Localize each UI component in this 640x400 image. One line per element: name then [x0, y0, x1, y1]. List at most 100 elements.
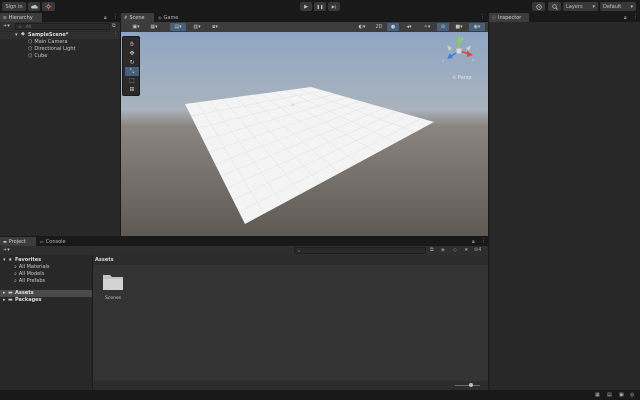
more-menu-icon[interactable]: ⋮: [481, 238, 486, 244]
hierarchy-item-directional-light[interactable]: ⬡ Directional Light: [28, 46, 75, 52]
lock-icon[interactable]: 🔒︎: [624, 15, 627, 21]
project-content: Assets Scenes: [93, 255, 488, 390]
rotate-tool[interactable]: ↻: [125, 58, 139, 67]
lighting-toggle[interactable]: ●: [387, 23, 399, 31]
perspective-toggle[interactable]: < Persp: [452, 75, 472, 81]
project-tabbar: ▬ Project ▭ Console 🔒︎ ⋮: [0, 237, 488, 246]
inspector-tabbar: ⓘ Inspector 🔒︎ ⋮: [489, 13, 640, 22]
icon-size-slider-thumb[interactable]: [469, 383, 473, 387]
console-icon: ▭: [40, 239, 44, 244]
expand-arrow-icon[interactable]: ▸: [3, 297, 6, 303]
favorite-item-all-materials[interactable]: ⌕ All Materials: [14, 264, 50, 270]
auto-refresh-icon[interactable]: ◎: [630, 392, 634, 398]
eye-slash-icon: ⊘: [440, 24, 446, 30]
more-menu-icon[interactable]: ⋮: [113, 14, 118, 20]
search-by-label-icon[interactable]: ◈: [441, 247, 445, 253]
light-bulb-icon: ●: [390, 24, 396, 30]
asset-folder-scenes[interactable]: Scenes: [101, 272, 125, 308]
layout-label: Default: [603, 3, 622, 10]
gameobject-icon: ⬡: [28, 46, 33, 52]
folder-icon: ▬: [8, 297, 13, 303]
sign-in-button[interactable]: Sign in: [2, 2, 26, 11]
collab-button[interactable]: [42, 2, 55, 11]
tab-project[interactable]: ▬ Project: [0, 237, 36, 246]
history-button[interactable]: [532, 2, 545, 11]
tab-scene[interactable]: # Scene: [121, 13, 154, 22]
gizmos-dropdown[interactable]: ◉▾: [469, 23, 485, 31]
scene-panel: # Scene ◎ Game ⋮ ▣▾ ▦▾ ▤▾ ▥▾ ⧈▾ ◐▾ 2D ● …: [121, 13, 488, 236]
lock-icon[interactable]: 🔒︎: [104, 15, 107, 21]
gizmos-globe-icon: ◉▾: [473, 24, 481, 30]
shading-mode-dropdown[interactable]: ◐▾: [353, 23, 371, 31]
favorite-item-all-models[interactable]: ⌕ All Models: [14, 271, 44, 277]
hidden-packages-icon[interactable]: ⊘4: [474, 247, 481, 253]
grid-snap-dropdown[interactable]: ▤▾: [170, 23, 186, 31]
favorite-item-label: All Materials: [18, 264, 50, 270]
orientation-gizmo[interactable]: y x z: [439, 34, 479, 72]
project-search-input[interactable]: ⌕: [294, 247, 426, 254]
scene-viewport[interactable]: ✋︎ ✥ ↻ ⤡ ⬚ ⊞ y x z < Persp: [121, 32, 488, 236]
tab-hierarchy-label: Hierarchy: [8, 14, 33, 21]
scene-more-icon[interactable]: ⋮: [113, 31, 118, 37]
global-dropdown[interactable]: ▦▾: [146, 23, 162, 31]
hierarchy-item-main-camera[interactable]: ⬡ Main Camera: [28, 39, 68, 45]
play-button[interactable]: ▶: [300, 2, 312, 11]
expand-arrow-icon[interactable]: ▾: [15, 32, 18, 38]
save-search-icon[interactable]: ◇: [453, 247, 457, 253]
more-menu-icon[interactable]: ⋮: [633, 14, 638, 20]
cache-icon[interactable]: ▤: [607, 392, 612, 398]
assets-row-highlight: [0, 290, 92, 297]
hierarchy-item-cube[interactable]: ⬡ Cube: [28, 53, 47, 59]
add-asset-button[interactable]: +▾: [3, 247, 10, 253]
effects-dropdown[interactable]: ✧▾: [419, 23, 435, 31]
tab-inspector[interactable]: ⓘ Inspector: [489, 13, 529, 22]
pause-button[interactable]: ❚❚: [314, 2, 326, 11]
tab-hierarchy[interactable]: ☰ Hierarchy: [0, 13, 42, 22]
move-tool[interactable]: ✥: [125, 49, 139, 58]
breadcrumb: Assets: [93, 255, 488, 265]
progress-icon[interactable]: ▣: [619, 392, 624, 398]
hierarchy-search-input[interactable]: ⌕ All: [15, 23, 110, 30]
rotate-icon: ↻: [129, 59, 135, 66]
tab-console[interactable]: ▭ Console: [37, 237, 73, 246]
move-icon: ✥: [129, 50, 135, 57]
overlay-dropdown[interactable]: ⧈▾: [207, 23, 223, 31]
debug-icon[interactable]: ▦: [595, 392, 600, 398]
tree-item-packages[interactable]: Packages: [15, 297, 42, 303]
hidden-objects-toggle[interactable]: ⊘: [437, 23, 449, 31]
tree-item-assets[interactable]: Assets: [15, 290, 34, 296]
audio-toggle[interactable]: ◂▾: [401, 23, 417, 31]
more-menu-icon[interactable]: ⋮: [480, 14, 485, 20]
chevron-down-icon: ▾: [630, 3, 633, 10]
scene-settings-icon[interactable]: ⧉: [112, 23, 116, 29]
breadcrumb-assets[interactable]: Assets: [95, 257, 114, 263]
cloud-button[interactable]: [28, 2, 40, 11]
scale-tool[interactable]: ⤡: [125, 67, 139, 76]
pivot-dropdown[interactable]: ▣▾: [128, 23, 144, 31]
expand-arrow-icon[interactable]: ▸: [3, 290, 6, 296]
layers-dropdown[interactable]: Layers ▾: [563, 2, 598, 11]
2d-toggle[interactable]: 2D: [373, 23, 385, 31]
transform-tool[interactable]: ⊞: [125, 85, 139, 94]
step-button[interactable]: ▶|: [328, 2, 340, 11]
camera-dropdown[interactable]: ■▾: [451, 23, 467, 31]
snap-increment-dropdown[interactable]: ▥▾: [189, 23, 205, 31]
project-panel: ▬ Project ▭ Console 🔒︎ ⋮ +▾ ⌕ ⧉ ◈ ◇ ★ ⊘4…: [0, 237, 488, 390]
expand-arrow-icon[interactable]: ▾: [3, 257, 6, 263]
search-button[interactable]: [548, 2, 561, 11]
icon-size-slider[interactable]: [455, 385, 480, 386]
lock-icon[interactable]: 🔒︎: [472, 239, 475, 245]
favorite-item-all-prefabs[interactable]: ⌕ All Prefabs: [14, 278, 45, 284]
layout-dropdown[interactable]: Default ▾: [600, 2, 636, 11]
gizmo-z-label: z: [442, 58, 444, 63]
favorites-label[interactable]: Favorites: [15, 257, 41, 263]
rect-tool[interactable]: ⬚: [125, 76, 139, 85]
search-icon: ⌕: [14, 278, 17, 284]
add-button[interactable]: +▾: [3, 23, 10, 29]
collab-icon: [45, 3, 52, 10]
hierarchy-item-label: Main Camera: [34, 39, 68, 45]
search-by-type-icon[interactable]: ⧉: [430, 247, 434, 253]
hand-tool[interactable]: ✋︎: [125, 40, 139, 49]
tab-game[interactable]: ◎ Game: [155, 13, 185, 22]
favorite-star-icon[interactable]: ★: [464, 247, 468, 253]
